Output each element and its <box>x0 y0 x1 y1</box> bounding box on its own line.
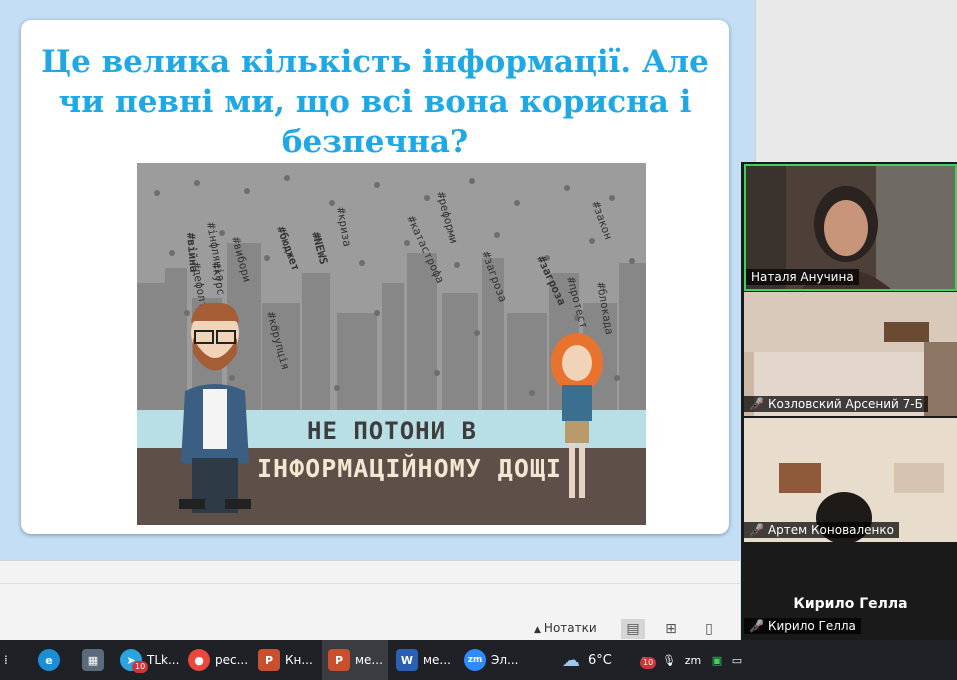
poster-caption-top: НЕ ПОТОНИ В <box>307 417 477 445</box>
cloud-icon: ☁ <box>562 649 580 671</box>
taskbar-item-label: Эл... <box>491 653 519 667</box>
participant-name: Козловский Арсений 7-Б <box>767 397 923 411</box>
tray-app-icon[interactable]: ▣ <box>708 651 726 669</box>
taskbar-item-powerpoint-2[interactable]: P ме... <box>322 640 388 680</box>
calculator-app[interactable]: ▦ <box>82 640 104 680</box>
rain-word: #бюджет <box>274 225 302 273</box>
slide-sorter-button[interactable]: ⊞ <box>659 619 683 639</box>
slide-title-line: безпечна? <box>281 124 469 160</box>
powerpoint-icon: P <box>328 649 350 671</box>
taskbar-item-chrome[interactable]: ● рес... <box>188 640 248 680</box>
mic-off-icon: 🎤̸ <box>749 523 764 537</box>
rain-word: #NEWS <box>309 230 330 265</box>
normal-view-button[interactable]: ▤ <box>621 619 645 639</box>
zoom-tray-icon[interactable]: zm <box>684 651 702 669</box>
participant-name: Артем Коноваленко <box>767 523 894 537</box>
participant-tile[interactable]: 🎤̸ Козловский Арсений 7-Б <box>744 292 957 416</box>
participant-tile[interactable]: 🎤̸ Артем Коноваленко <box>744 418 957 542</box>
slide-title[interactable]: Це велика кількість інформації. Але чи п… <box>31 42 719 162</box>
grid-icon: ⊞ <box>665 621 677 637</box>
weather-temp: 6°C <box>588 652 612 668</box>
tray-badge: 10 <box>640 657 657 669</box>
taskbar-item-word[interactable]: W ме... <box>396 640 451 680</box>
widgets-icon: ⁞ <box>4 653 8 667</box>
participant-name-tag: Наталя Анучина <box>746 269 859 285</box>
ppt-status-bar: ▲ Нотатки ▤ ⊞ ▯ <box>0 560 740 640</box>
participant-name-tag: 🎤̸ Козловский Арсений 7-Б <box>744 396 928 412</box>
chevron-up-icon: ▲ <box>534 625 541 635</box>
participant-name: Кирило Гелла <box>767 619 856 633</box>
mic-off-icon: 🎤̸ <box>749 619 764 633</box>
taskbar-item-telegram[interactable]: ➤ TLk... 10 <box>120 640 179 680</box>
taskbar-item-powerpoint-1[interactable]: P Кн... <box>258 640 313 680</box>
participant-tile[interactable]: Кирило Гелла 🎤̸ Кирило Гелла <box>744 546 957 638</box>
taskbar-item-label: ме... <box>355 653 383 667</box>
zoom-icon: zm <box>464 649 486 671</box>
edge-icon: e <box>38 649 60 671</box>
rain-word: #криза <box>334 206 354 247</box>
app-icon: ▣ <box>711 653 723 667</box>
taskbar-item-label: рес... <box>215 653 249 667</box>
taskbar-item-label: Кн... <box>285 653 313 667</box>
zoom-small-icon: zm <box>684 653 702 667</box>
normal-view-icon: ▤ <box>626 621 640 637</box>
status-divider <box>0 583 740 584</box>
reading-view-button[interactable]: ▯ <box>697 619 721 639</box>
taskbar-item-label: ме... <box>423 653 451 667</box>
participant-tile[interactable]: Наталя Анучина <box>744 164 957 291</box>
book-icon: ▯ <box>705 621 713 637</box>
windows-taskbar: ⁞ e ▦ ➤ TLk... 10 ● рес... P Кн... P ме.… <box>0 640 957 680</box>
mic-off-icon: 🎤̸ <box>749 397 764 411</box>
poster-caption-bottom: ІНФОРМАЦІЙНОМУ ДОЩІ <box>257 454 562 483</box>
calculator-icon: ▦ <box>82 649 104 671</box>
network-tray-icon[interactable]: ▭ <box>728 651 746 669</box>
word-icon: W <box>396 649 418 671</box>
unread-badge: 10 <box>132 661 149 673</box>
edge-app[interactable]: e <box>38 640 60 680</box>
participant-name-tag: 🎤̸ Кирило Гелла <box>744 618 861 634</box>
rain-word: #реформи <box>434 190 460 245</box>
taskbar-item-zoom[interactable]: zm Эл... <box>464 640 519 680</box>
notes-button[interactable]: ▲ Нотатки <box>534 621 597 635</box>
widgets-button[interactable]: ⁞ <box>4 640 8 680</box>
rain-word: #закон <box>589 200 615 242</box>
microphone-icon: 🎙 <box>662 653 676 667</box>
poster-image[interactable]: #інфляція #вибори #бюджет #NEWS #криза #… <box>137 163 646 525</box>
notes-label: Нотатки <box>543 621 597 635</box>
participant-center-name: Кирило Гелла <box>793 596 908 612</box>
taskbar-item-label: TLk... <box>147 653 180 667</box>
participant-name: Наталя Анучина <box>751 270 854 284</box>
microphone-tray-icon[interactable]: 🎙 <box>660 651 678 669</box>
slide-title-line: чи певні ми, що всі вона корисна і <box>58 84 692 120</box>
powerpoint-icon: P <box>258 649 280 671</box>
network-icon: ▭ <box>731 653 743 667</box>
slide-canvas[interactable]: Це велика кількість інформації. Але чи п… <box>21 20 729 534</box>
participant-name-tag: 🎤̸ Артем Коноваленко <box>744 522 899 538</box>
slide-title-line: Це велика кількість інформації. Але <box>41 44 709 80</box>
chrome-icon: ● <box>188 649 210 671</box>
weather-widget[interactable]: ☁ 6°C <box>562 640 612 680</box>
zoom-participants-panel: Наталя Анучина 🎤̸ Козловский Арсений 7-Б… <box>741 162 957 640</box>
